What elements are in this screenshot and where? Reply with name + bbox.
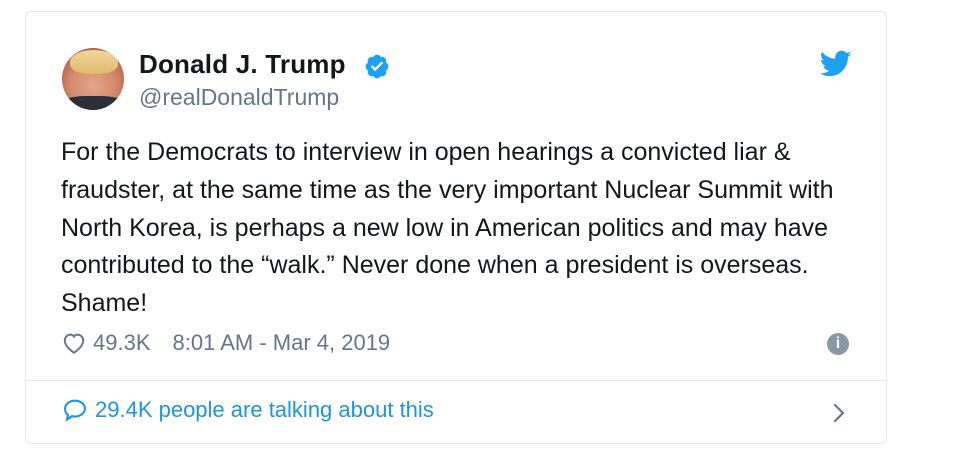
- info-icon[interactable]: i: [827, 333, 849, 355]
- tweet-card[interactable]: Donald J. Trump @realDonaldTrump For the…: [25, 11, 887, 444]
- like-count[interactable]: 49.3K: [93, 330, 151, 356]
- tweet-text: For the Democrats to interview in open h…: [61, 138, 834, 318]
- heart-icon[interactable]: [61, 330, 87, 356]
- tweet-timestamp[interactable]: 8:01 AM - Mar 4, 2019: [173, 330, 391, 356]
- card-divider: [26, 380, 886, 381]
- tweet-meta: 49.3K 8:01 AM - Mar 4, 2019: [61, 330, 390, 356]
- speech-bubble-icon: [64, 399, 86, 422]
- conversation-count-label[interactable]: 29.4K people are talking about this: [95, 397, 434, 423]
- author-name[interactable]: Donald J. Trump: [139, 49, 346, 80]
- avatar-suit: [62, 96, 124, 110]
- chevron-right-icon[interactable]: [829, 400, 849, 426]
- verified-badge-icon: [365, 54, 389, 79]
- avatar-hair: [70, 50, 118, 74]
- author-handle[interactable]: @realDonaldTrump: [139, 84, 339, 111]
- author-avatar[interactable]: [62, 48, 124, 110]
- conversation-link[interactable]: 29.4K people are talking about this: [61, 396, 434, 424]
- twitter-bird-icon[interactable]: [820, 50, 852, 78]
